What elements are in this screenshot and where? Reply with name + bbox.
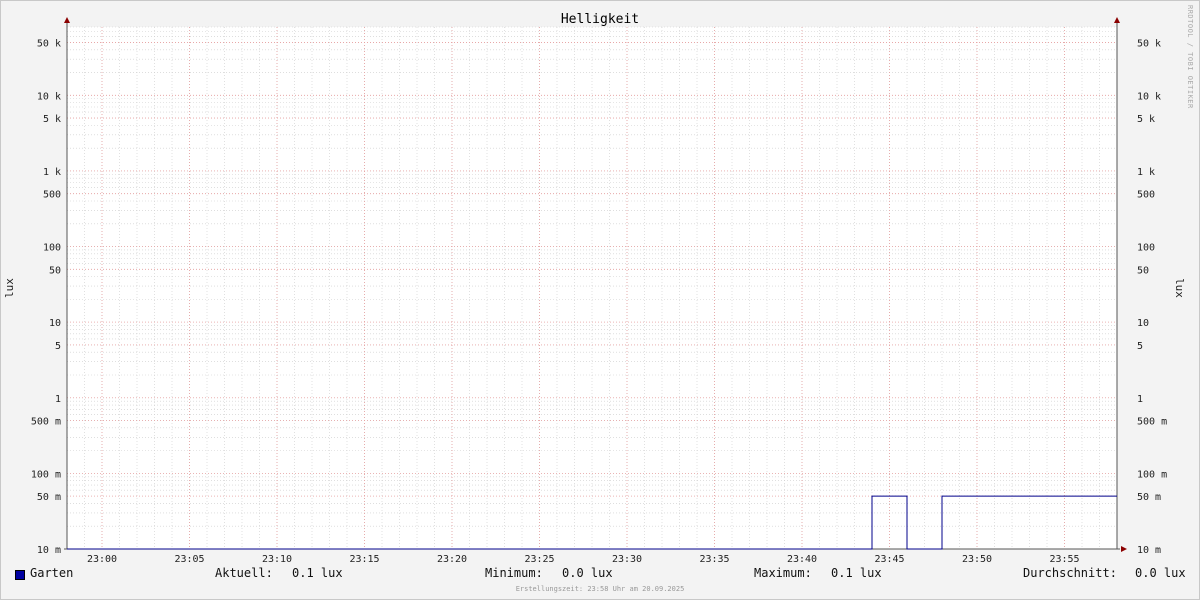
y-tick-label-left: 10 m [37,545,61,556]
y-tick-label-right: 1 k [1137,167,1155,178]
x-tick-label: 23:35 [699,554,729,565]
x-tick-label: 23:45 [874,554,904,565]
y-tick-label-left: 10 k [37,91,61,102]
x-tick-label: 23:05 [174,554,204,565]
y-tick-label-left: 100 m [31,469,61,480]
x-tick-label: 23:20 [437,554,467,565]
y-tick-label-left: 5 [55,341,61,352]
y-tick-label-right: 100 [1137,243,1155,254]
y-axis-label-right: lux [1173,278,1186,298]
x-axis-arrow [1121,546,1127,552]
chart: 23:00 23:05 23:10 23:15 23:20 23:25 23:30 23:35… [3,5,1194,565]
y-tick-label-right: 500 m [1137,417,1167,428]
y-axis-arrow-right [1114,17,1120,23]
legend-current-value: 0.1 lux [292,566,343,580]
y-tick-label-right: 10 [1137,318,1149,329]
y-tick-label-right: 100 m [1137,469,1167,480]
y-tick-label-right: 50 m [1137,492,1161,503]
x-tick-label: 23:50 [962,554,992,565]
y-tick-label-left: 1 [55,394,61,405]
legend: Garten Aktuell: 0.1 lux Minimum: 0.0 lux… [0,566,1200,584]
legend-avg-value: 0.0 lux [1135,566,1186,580]
y-tick-label-right: 5 [1137,341,1143,352]
creation-time-footer: Erstellungszeit: 23:58 Uhr am 20.09.2025 [515,585,685,593]
legend-current-label: Aktuell: [215,566,273,580]
chart-title: Helligkeit [561,12,639,27]
y-tick-label-right: 10 k [1137,91,1161,102]
legend-min-value: 0.0 lux [562,566,613,580]
rrdtool-watermark: RRDTOOL / TOBI OETIKER [1186,5,1194,109]
y-tick-label-left: 5 k [43,114,61,125]
x-tick-label: 23:15 [349,554,379,565]
legend-max-value: 0.1 lux [831,566,882,580]
y-tick-label-right: 1 [1137,394,1143,405]
x-tick-label: 23:40 [787,554,817,565]
y-tick-label-left: 500 m [31,417,61,428]
legend-series-name: Garten [30,566,74,580]
y-tick-label-right: 5 k [1137,114,1155,125]
y-tick-label-right: 500 [1137,190,1155,201]
y-tick-label-left: 100 [43,243,61,254]
y-axis-arrow-left [64,17,70,23]
y-tick-label-right: 10 m [1137,545,1161,556]
x-tick-label: 23:55 [1049,554,1079,565]
y-tick-label-left: 10 [49,318,61,329]
y-tick-label-left: 1 k [43,167,61,178]
x-tick-label: 23:30 [612,554,642,565]
y-tick-label-right: 50 [1137,265,1149,276]
y-tick-label-left: 50 [49,265,61,276]
legend-avg-label: Durchschnitt: [1023,566,1117,580]
y-tick-label-right: 50 k [1137,38,1161,49]
y-tick-label-left: 50 k [37,38,61,49]
legend-min-label: Minimum: [485,566,543,580]
x-tick-label: 23:00 [87,554,117,565]
x-tick-label: 23:25 [524,554,554,565]
legend-swatch [15,570,25,580]
y-tick-label-left: 50 m [37,492,61,503]
x-tick-label: 23:10 [262,554,292,565]
y-axis-label-left: lux [3,278,16,298]
y-tick-label-left: 500 [43,190,61,201]
legend-max-label: Maximum: [754,566,812,580]
